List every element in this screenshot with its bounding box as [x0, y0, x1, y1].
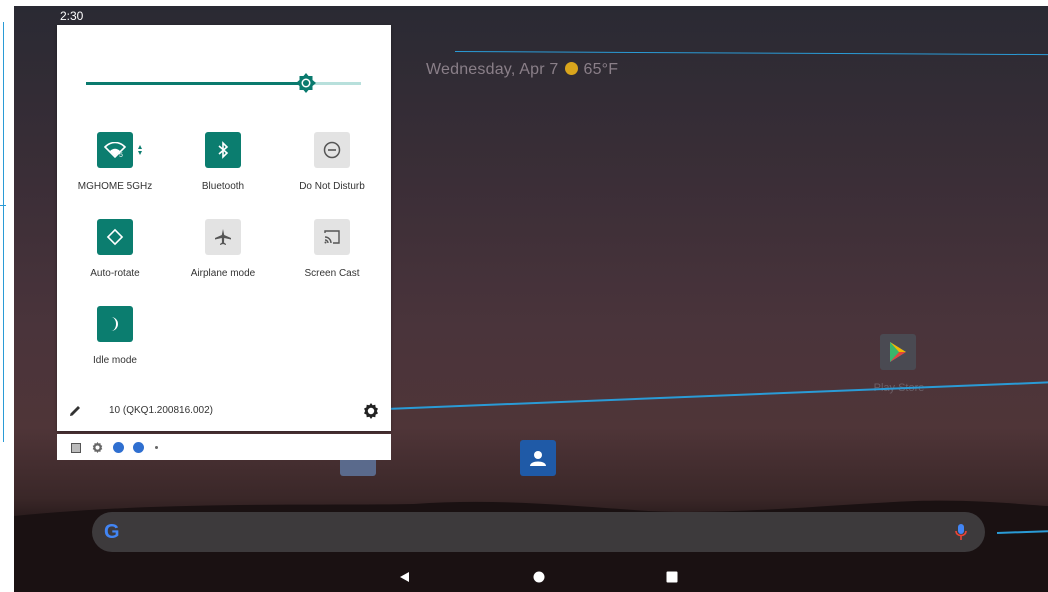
home-button[interactable] [533, 571, 545, 583]
tile-bluetooth-label: Bluetooth [201, 181, 245, 192]
contacts-icon [530, 451, 546, 466]
wifi-activity-icon [138, 145, 142, 155]
annotation-line-settings [385, 381, 1048, 410]
brightness-slider-fill [86, 82, 306, 85]
settings-gear-icon[interactable] [363, 403, 379, 419]
dnd-icon [323, 141, 341, 159]
chrome-notification-icon-2 [133, 442, 144, 453]
google-icon: G [104, 521, 120, 543]
tile-do-not-disturb[interactable] [314, 132, 350, 168]
mic-icon[interactable] [954, 523, 968, 541]
more-notifications-dot [155, 446, 158, 449]
tile-airplane-label: Airplane mode [190, 268, 256, 279]
overview-button[interactable] [666, 571, 678, 583]
tile-idle-label: Idle mode [93, 355, 137, 366]
tile-airplane-mode[interactable] [205, 219, 241, 255]
cast-icon [324, 230, 340, 244]
play-store-app[interactable] [880, 334, 916, 370]
gallery-notification-icon [71, 443, 81, 453]
tile-dnd-label: Do Not Disturb [299, 181, 365, 192]
tile-screen-cast[interactable] [314, 219, 350, 255]
bluetooth-icon [218, 141, 229, 159]
rotate-icon [106, 228, 124, 246]
moon-icon [111, 317, 118, 331]
temperature-text: 65°F [583, 61, 619, 78]
sun-icon [565, 62, 579, 75]
edit-icon[interactable] [68, 404, 82, 418]
tile-screen-cast-label: Screen Cast [304, 268, 360, 279]
play-store-icon [890, 342, 906, 362]
chrome-notification-icon [113, 442, 124, 453]
back-button[interactable] [398, 571, 410, 583]
quick-settings-panel: 5 MGHOME 5GHz Bluetooth Do Not Disturb A… [57, 25, 391, 431]
device-screen: 2:30 Wednesday, Apr 765°F Play Store G 5 [14, 6, 1048, 592]
tile-wifi[interactable]: 5 [97, 132, 133, 168]
wifi-icon: 5 [104, 142, 126, 158]
google-search-bar[interactable]: G [92, 512, 985, 552]
contacts-app[interactable] [520, 440, 556, 476]
brightness-icon[interactable] [296, 73, 316, 93]
notification-icons-strip[interactable] [57, 434, 391, 460]
annotation-line-date [454, 51, 1048, 56]
airplane-icon [215, 229, 231, 245]
status-time: 2:30 [60, 9, 84, 23]
tile-auto-rotate-label: Auto-rotate [90, 268, 140, 279]
settings-notification-icon [92, 442, 103, 453]
tile-wifi-label: MGHOME 5GHz [77, 181, 153, 192]
tile-idle-mode[interactable] [97, 306, 133, 342]
build-number[interactable]: 10 (QKQ1.200816.002) [109, 405, 213, 416]
date-text: Wednesday, Apr 7 [426, 61, 559, 78]
tile-bluetooth[interactable] [205, 132, 241, 168]
annotation-tick [0, 205, 6, 206]
tile-auto-rotate[interactable] [97, 219, 133, 255]
annotation-line [3, 22, 4, 442]
svg-text:5: 5 [119, 152, 123, 158]
date-weather-widget[interactable]: Wednesday, Apr 7 65°F [426, 61, 618, 79]
